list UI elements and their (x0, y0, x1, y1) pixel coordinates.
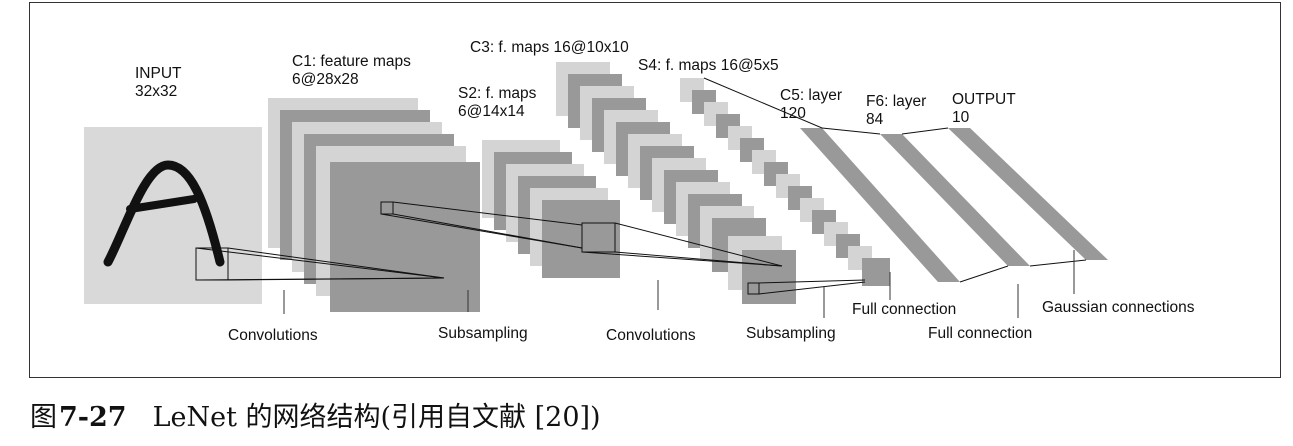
c5-title-label: C5: layer (780, 87, 842, 104)
c5-size-label: 120 (780, 105, 806, 122)
input-title-label: INPUT (135, 65, 182, 82)
s2-feature-maps (482, 140, 620, 278)
lenet-architecture-diagram: INPUT 32x32 C1: feature maps 6@28x28 S2:… (84, 39, 1195, 344)
caption-number: 7-27 (59, 402, 127, 433)
subsampling-label-2: Subsampling (746, 325, 836, 342)
caption-text: LeNet 的网络结构(引用自文献 [20]) (152, 402, 601, 433)
s2-title-label: S2: f. maps (458, 85, 537, 102)
c1-size-label: 6@28x28 (292, 71, 359, 88)
fc-layers (800, 128, 1108, 282)
output-size-label: 10 (952, 109, 970, 126)
s4-title-label: S4: f. maps 16@5x5 (638, 57, 779, 74)
full-connection-label-2: Full connection (928, 325, 1032, 342)
output-title-label: OUTPUT (952, 91, 1016, 108)
full-connection-label-1: Full connection (852, 301, 956, 318)
f6-size-label: 84 (866, 111, 884, 128)
input-layer (84, 127, 262, 304)
caption-prefix: 图 (30, 402, 57, 433)
convolutions-label-2: Convolutions (606, 327, 696, 344)
f6-title-label: F6: layer (866, 93, 926, 110)
c1-title-label: C1: feature maps (292, 53, 411, 70)
subsampling-label-1: Subsampling (438, 325, 528, 342)
figure-caption: 图7-27 LeNet 的网络结构(引用自文献 [20]) (30, 395, 601, 434)
input-size-label: 32x32 (135, 83, 177, 100)
convolutions-label-1: Convolutions (228, 327, 318, 344)
c3-title-label: C3: f. maps 16@10x10 (470, 39, 629, 56)
s2-size-label: 6@14x14 (458, 103, 525, 120)
gaussian-connections-label: Gaussian connections (1042, 299, 1195, 316)
c1-feature-maps (268, 98, 480, 312)
